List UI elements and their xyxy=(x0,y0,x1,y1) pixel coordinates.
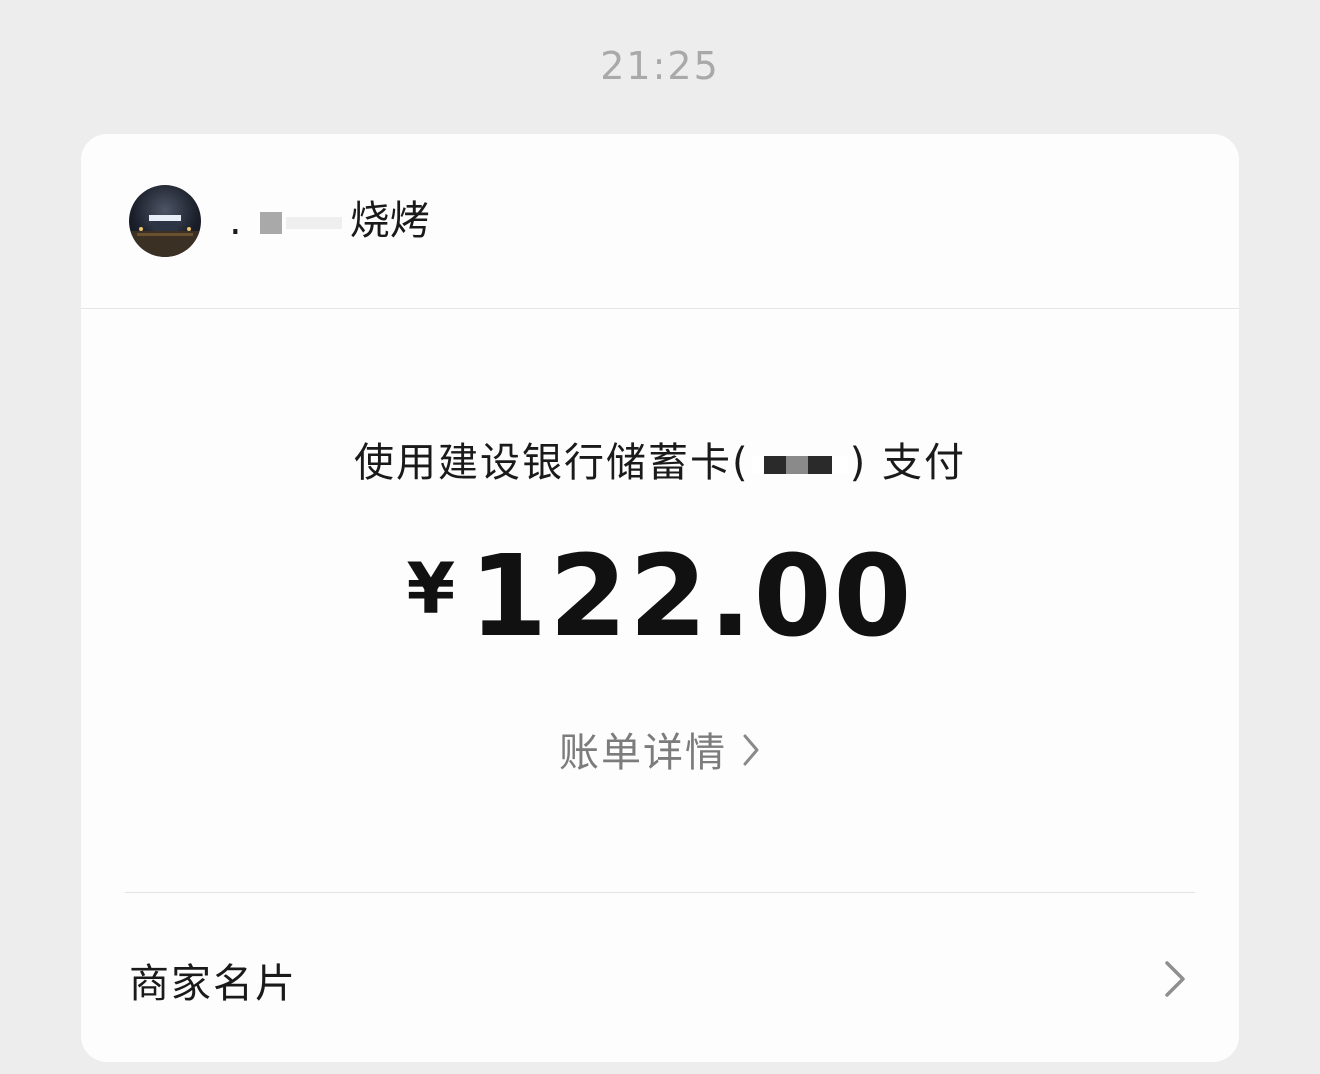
merchant-name-prefix: . xyxy=(229,198,242,244)
avatar-night-scene-icon xyxy=(129,215,201,257)
redaction-mosaic xyxy=(751,456,848,474)
payment-notification-card: . 烧烤 使用建设银行储蓄卡() 支付 ¥122.00 账单详情 商家名片 xyxy=(81,134,1239,1062)
merchant-card-label: 商家名片 xyxy=(129,961,297,1007)
merchant-card-row[interactable]: 商家名片 xyxy=(81,893,1239,1062)
payment-method-prefix: 使用建设银行储蓄卡 xyxy=(354,440,733,486)
chat-page: 21:25 . 烧烤 使用建设银行储蓄卡() 支付 ¥122.00 账单详情 商… xyxy=(0,0,1320,1074)
merchant-header[interactable]: . 烧烤 xyxy=(81,134,1239,308)
redaction-mosaic xyxy=(259,212,282,234)
payment-method-suffix: 支付 xyxy=(881,440,966,486)
bill-detail-link[interactable]: 账单详情 xyxy=(81,720,1239,778)
payment-method-close-paren: ) xyxy=(849,440,868,486)
merchant-name: . 烧烤 xyxy=(229,194,430,248)
amount-value: 122.00 xyxy=(469,532,914,662)
chevron-right-icon xyxy=(1163,959,1187,1003)
redaction-mosaic xyxy=(285,217,342,229)
header-divider xyxy=(81,308,1239,309)
chevron-right-icon xyxy=(741,732,761,778)
message-timestamp: 21:25 xyxy=(600,44,720,88)
payment-method-text: 使用建设银行储蓄卡() 支付 xyxy=(81,430,1239,488)
bill-detail-label: 账单详情 xyxy=(559,730,727,776)
merchant-name-text: 烧烤 xyxy=(349,198,430,244)
currency-symbol: ¥ xyxy=(406,548,456,630)
payment-amount: ¥122.00 xyxy=(81,532,1239,662)
merchant-avatar[interactable] xyxy=(129,185,201,257)
payment-method-open-paren: ( xyxy=(732,440,750,486)
